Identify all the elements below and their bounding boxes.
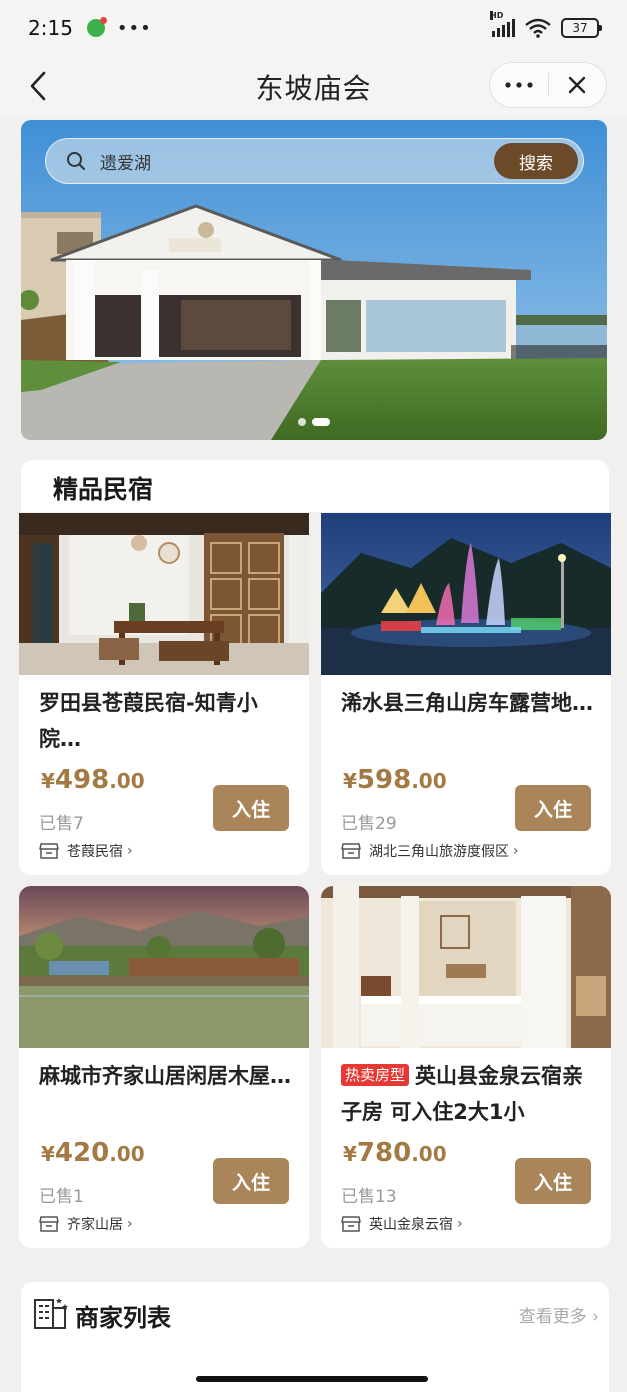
listing-price: ¥780.00 [343,1138,447,1168]
home-indicator[interactable] [196,1376,428,1382]
hot-room-tag: 热卖房型 [341,1064,410,1086]
chevron-right-icon: › [513,843,519,859]
listing-name-text: 罗田县苍葭民宿-知青小院… [39,691,258,751]
listing-name-text: 浠水县三角山房车露营地… [341,691,593,715]
more-button[interactable] [490,63,548,107]
sold-count: 已售29 [341,814,397,834]
listing-photo [321,513,611,675]
carousel-dot-active[interactable] [312,418,330,426]
listing-card[interactable]: 麻城市齐家山居闲居木屋… ¥420.00 已售1 入住 齐家山居 › [19,886,309,1248]
listing-name[interactable]: 罗田县苍葭民宿-知青小院… [39,685,294,757]
price-currency: ¥ [343,1142,357,1166]
close-button[interactable] [548,63,606,107]
shop-name: 齐家山居 [67,1217,123,1233]
back-arrow-icon [30,71,46,101]
status-bar: 2:15 ••• HD 37 [0,0,627,56]
search-icon [67,152,85,170]
battery-icon: 37 [561,18,602,38]
section-header: 精品民宿 [21,460,609,512]
shop-link[interactable]: 英山金泉云宿 › [341,1214,463,1234]
shop-icon [341,1216,361,1232]
shop-icon [39,843,59,859]
shop-name: 苍葭民宿 [67,844,123,860]
shop-link[interactable]: 湖北三角山旅游度假区 › [341,841,519,861]
status-time: 2:15 [28,16,73,40]
listing-price: ¥420.00 [41,1138,145,1168]
wifi-icon [525,18,551,38]
signal-icon: HD [490,11,515,37]
wechat-notification-icon [86,17,107,37]
view-more-text: 查看更多 [518,1307,587,1327]
price-currency: ¥ [41,1142,55,1166]
price-integer: 780 [356,1138,412,1168]
sold-count: 已售1 [39,1187,84,1207]
check-in-button[interactable]: 入住 [213,1158,289,1204]
check-in-button[interactable]: 入住 [515,785,591,831]
listing-photo [321,886,611,1048]
back-button[interactable] [22,68,54,104]
price-integer: 420 [54,1138,110,1168]
price-decimal: .00 [411,769,447,793]
shop-link[interactable]: 苍葭民宿 › [39,841,133,861]
chevron-right-icon: › [127,843,133,859]
check-in-button[interactable]: 入住 [213,785,289,831]
listing-price: ¥598.00 [343,765,447,795]
status-more-icon: ••• [116,17,152,39]
view-more-link[interactable]: 查看更多 › [519,1302,599,1327]
page-title: 东坡庙会 [255,72,372,105]
nav-bar: 东坡庙会 [0,56,627,118]
price-currency: ¥ [343,769,357,793]
more-dots-icon [505,82,533,88]
check-in-button[interactable]: 入住 [515,1158,591,1204]
listing-photo [19,886,309,1048]
search-input[interactable]: 遗爱湖 [100,149,151,174]
shop-icon [39,1216,59,1232]
chevron-right-icon: › [592,1307,599,1327]
chevron-right-icon: › [127,1216,133,1232]
close-icon [569,76,586,94]
chevron-right-icon: › [457,1216,463,1232]
carousel-dot[interactable] [298,418,306,426]
listing-name[interactable]: 麻城市齐家山居闲居木屋… [39,1058,294,1094]
price-integer: 498 [54,765,110,795]
price-decimal: .00 [109,769,145,793]
search-button[interactable]: 搜索 [494,143,578,179]
listing-name-text: 麻城市齐家山居闲居木屋… [39,1064,291,1088]
listing-card[interactable]: 浠水县三角山房车露营地… ¥598.00 已售29 入住 湖北三角山旅游度假区 … [321,513,611,875]
search-bar[interactable]: 遗爱湖 搜索 [45,138,584,184]
battery-level: 37 [572,21,588,35]
shop-link[interactable]: 齐家山居 › [39,1214,133,1234]
listing-price: ¥498.00 [41,765,145,795]
section-title: 精品民宿 [53,475,154,504]
shop-icon [341,843,361,859]
price-decimal: .00 [109,1142,145,1166]
sold-count: 已售13 [341,1187,397,1207]
building-icon [34,1298,68,1329]
shop-name: 英山金泉云宿 [369,1217,453,1233]
listing-card[interactable]: 罗田县苍葭民宿-知青小院… ¥498.00 已售7 入住 苍葭民宿 › [19,513,309,875]
price-integer: 598 [356,765,412,795]
merchant-list-title: 商家列表 [75,1304,171,1332]
listing-photo [19,513,309,675]
banner-carousel[interactable]: 遗爱湖 搜索 [21,120,607,440]
miniapp-capsule [489,62,607,108]
carousel-indicator [21,418,607,426]
price-decimal: .00 [411,1142,447,1166]
price-currency: ¥ [41,769,55,793]
sold-count: 已售7 [39,814,84,834]
listing-name[interactable]: 浠水县三角山房车露营地… [341,685,596,721]
shop-name: 湖北三角山旅游度假区 [369,844,509,860]
listing-name[interactable]: 热卖房型 英山县金泉云宿亲子房 可入住2大1小 [341,1058,596,1130]
listing-card[interactable]: 热卖房型 英山县金泉云宿亲子房 可入住2大1小 ¥780.00 已售13 入住 英… [321,886,611,1248]
